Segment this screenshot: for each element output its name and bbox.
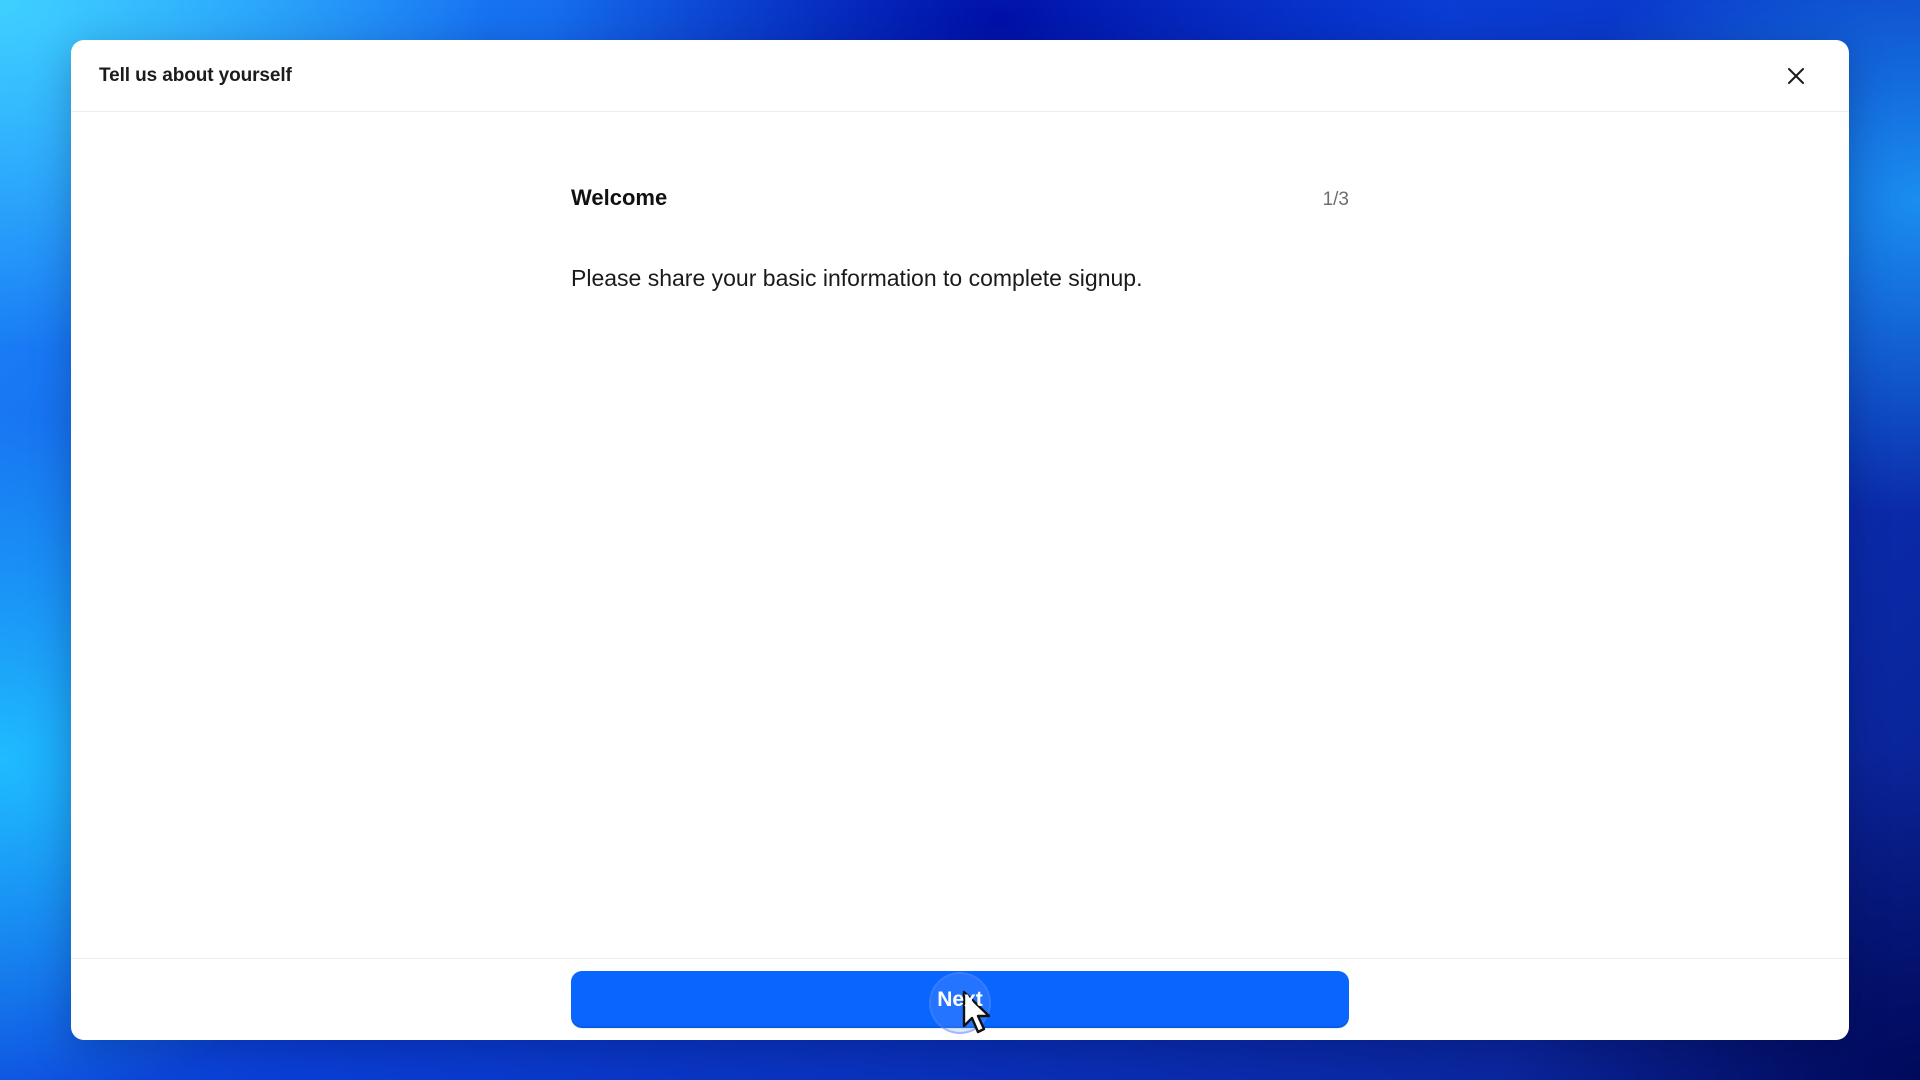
close-icon bbox=[1788, 68, 1804, 84]
step-title: Welcome bbox=[571, 185, 668, 210]
dialog-title: Tell us about yourself bbox=[99, 65, 292, 86]
step-counter: 1/3 bbox=[1322, 189, 1349, 210]
next-button[interactable]: Next bbox=[571, 971, 1349, 1034]
next-button-label: Next bbox=[937, 987, 983, 1011]
dialog-header: Tell us about yourself bbox=[71, 40, 1849, 112]
close-button[interactable] bbox=[1781, 61, 1811, 91]
dialog-footer: Next bbox=[71, 958, 1849, 1040]
signup-dialog: Tell us about yourself Welcome 1/3 Pleas… bbox=[71, 40, 1849, 1040]
step-description: Please share your basic information to c… bbox=[571, 265, 1143, 291]
